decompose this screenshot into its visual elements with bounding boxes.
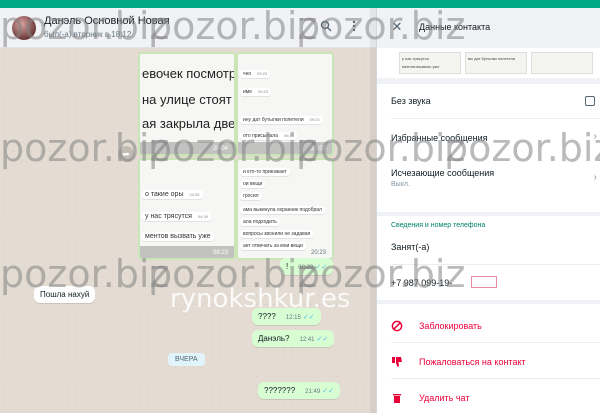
report-contact-button[interactable]: Пожаловаться на контакт: [419, 357, 526, 367]
media-thumb-text: у нас трясутся: [402, 56, 429, 61]
read-ticks-icon: ✓✓: [315, 264, 327, 271]
message-time: 21:49: [305, 389, 321, 395]
message-text: !: [286, 262, 289, 271]
photo-text-line: у нас трясутся 04:39: [142, 212, 211, 221]
photo-message[interactable]: о такие оры 04:39 у нас трясутся 04:39 мен…: [138, 158, 236, 260]
trash-icon: [393, 394, 401, 403]
photo-text-line: на улице стоят: [142, 92, 232, 107]
chat-pane: Данэль Основной Новая был(-а) вторник в …: [0, 8, 376, 413]
photo-time: 20:01: [310, 146, 326, 152]
close-icon[interactable]: ✕: [389, 19, 405, 35]
message-time: 12:41: [299, 337, 315, 343]
about-section: Сведения и номер телефона Занят(-а) +7 9…: [377, 216, 600, 300]
block-button[interactable]: Заблокировать: [419, 321, 482, 331]
photo-text-line: име 09:23: [240, 88, 272, 96]
message-bubble-outgoing[interactable]: ! 08:29 ✓✓: [280, 258, 333, 275]
message-text: ????: [258, 312, 276, 321]
danger-section: Заблокировать Пожаловаться на контакт Уд…: [377, 304, 600, 413]
photo-message[interactable]: евочек посмотр на улице стоят ая закрыла…: [138, 52, 236, 156]
mute-label[interactable]: Без звука: [391, 96, 431, 106]
message-text: ???????: [264, 386, 296, 395]
delete-chat-button[interactable]: Удалить чат: [419, 393, 469, 403]
photo-text-line: вопросы звонили не задавая: [240, 230, 314, 238]
media-thumb-text: вы дат бутылки полетели: [468, 56, 516, 61]
photo-message[interactable]: и кто-то приезжает ои вещи гросил ама вы…: [236, 158, 334, 260]
media-thumbnail[interactable]: вы дат бутылки полетели: [465, 52, 527, 74]
search-icon[interactable]: [318, 20, 334, 36]
panel-header: ✕ Данные контакта: [377, 8, 600, 48]
redaction-box: [471, 276, 497, 288]
message-bubble-incoming[interactable]: Пошла нахуй: [34, 286, 96, 303]
settings-section: Без звука Избранные сообщения › Исчезающ…: [377, 84, 600, 212]
contact-status: был(-а) вторник в 18:12: [44, 30, 132, 39]
starred-messages-item[interactable]: Избранные сообщения: [391, 133, 488, 143]
phone-number[interactable]: +7 987 099-19-: [391, 278, 452, 288]
block-icon: [391, 320, 403, 332]
chevron-right-icon[interactable]: ›: [594, 172, 597, 183]
message-bubble-outgoing[interactable]: ???? 12:15 ✓✓: [252, 308, 321, 325]
chat-header[interactable]: Данэль Основной Новая был(-а) вторник в …: [0, 8, 376, 48]
photo-time: 20:04: [212, 146, 228, 152]
disappearing-messages-value: Выкл.: [391, 181, 410, 188]
app-top-strip: [0, 0, 600, 8]
contact-name[interactable]: Данэль Основной Новая: [44, 15, 170, 27]
chevron-right-icon[interactable]: ›: [594, 131, 597, 142]
photo-time: 08:23: [212, 250, 228, 256]
media-thumb-text: ментов вызвать уже: [402, 64, 440, 69]
mute-checkbox[interactable]: [585, 96, 595, 106]
read-ticks-icon: ✓✓: [302, 314, 315, 321]
read-ticks-icon: ✓✓: [322, 388, 334, 395]
forward-icon[interactable]: ➦: [118, 146, 134, 162]
disappearing-messages-item[interactable]: Исчезающие сообщения: [391, 168, 494, 178]
photo-text-line: и кто-то приезжает: [240, 168, 290, 176]
photo-text-line: ото присылала 09:23: [240, 132, 297, 140]
thumbs-down-icon: [392, 357, 402, 367]
contact-info-panel: ✕ Данные контакта у нас трясутся ментов …: [376, 8, 600, 413]
message-bubble-outgoing[interactable]: Данэль? 12:41 ✓✓: [252, 330, 335, 347]
media-thumbnail[interactable]: у нас трясутся ментов вызвать уже: [399, 52, 461, 74]
date-divider: ВЧЕРА: [168, 353, 205, 366]
photo-text-line: ала подходить: [240, 218, 280, 226]
photo-text-line: ает отвечать за мои вещи: [240, 242, 306, 250]
message-bubble-outgoing[interactable]: ??????? 21:49 ✓✓: [258, 382, 340, 399]
photo-text-line: ментов вызвать уже: [142, 232, 214, 241]
message-text: Данэль?: [258, 334, 290, 343]
avatar[interactable]: [12, 16, 36, 40]
message-time: 08:29: [298, 265, 314, 271]
photo-message[interactable]: чно 09:23 име 09:23 ину дат бутылки полете…: [236, 52, 334, 156]
photo-time: 20:23: [310, 250, 326, 256]
photo-text-line: ама выкинула охранник подобрал: [240, 206, 325, 214]
photo-text-line: гросил: [240, 192, 262, 200]
photo-text-line: евочек посмотр: [142, 66, 236, 81]
message-time: 12:15: [285, 315, 301, 321]
photo-text-line: ину дат бутылки полетели 09:23: [240, 116, 323, 124]
media-thumbnail[interactable]: [531, 52, 593, 74]
section-title: Сведения и номер телефона: [391, 222, 486, 229]
photo-text-line: о такие оры 04:39: [142, 190, 203, 199]
photo-text-line: ая закрыла две: [142, 116, 236, 131]
panel-title: Данные контакта: [419, 22, 491, 32]
menu-dots-icon[interactable]: [346, 20, 362, 36]
message-text: Пошла нахуй: [40, 290, 90, 299]
about-value: Занят(-а): [391, 242, 430, 252]
photo-text-line: ои вещи: [240, 180, 266, 188]
media-strip: у нас трясутся ментов вызвать уже вы дат…: [377, 48, 600, 78]
read-ticks-icon: ✓✓: [316, 336, 329, 343]
photo-text-line: чно 09:23: [240, 70, 271, 78]
